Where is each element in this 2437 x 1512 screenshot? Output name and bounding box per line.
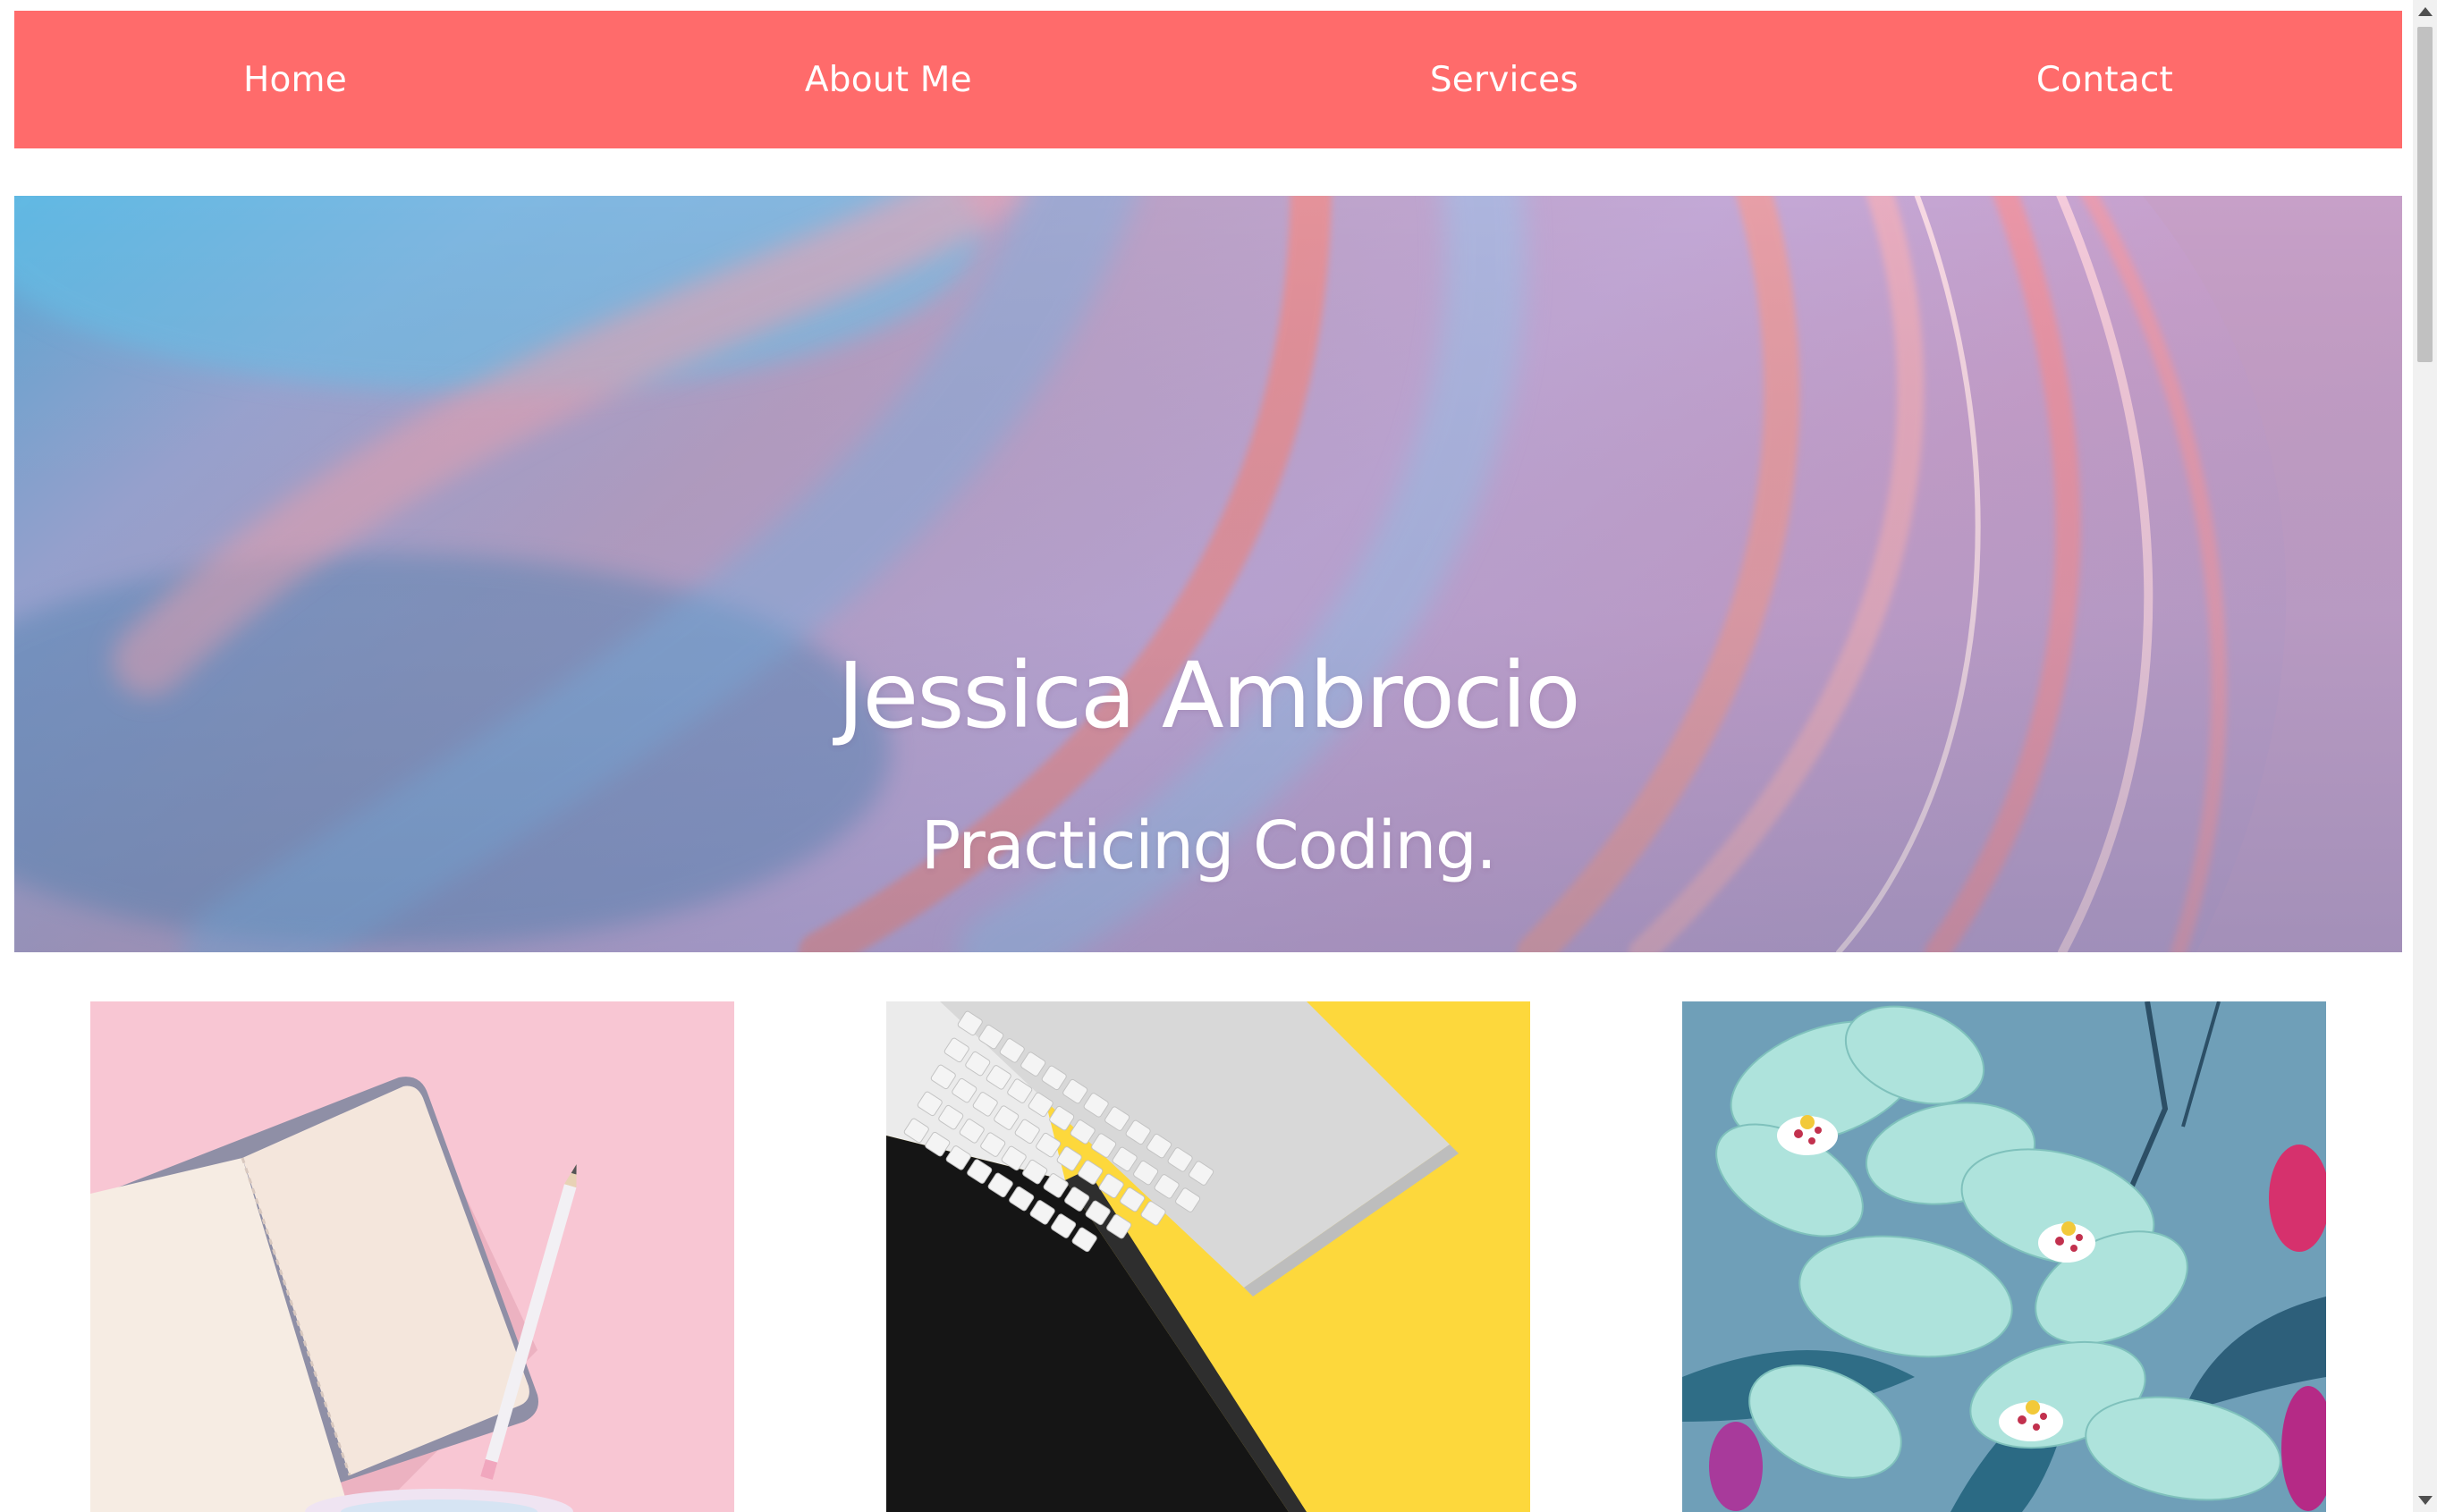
scroll-thumb[interactable] — [2417, 27, 2433, 362]
gallery-image-orchids — [1682, 1001, 2326, 1512]
top-navigation: Home About Me Services Contact — [14, 11, 2402, 148]
gallery-image-keyboard — [886, 1001, 1530, 1512]
keyboard-photo — [886, 1001, 1530, 1512]
notebook-photo — [90, 1001, 734, 1512]
nav-link-contact[interactable]: Contact — [2036, 60, 2173, 100]
orchids-photo — [1682, 1001, 2326, 1512]
nav-link-home[interactable]: Home — [243, 60, 347, 100]
nav-link-about-me[interactable]: About Me — [805, 60, 972, 100]
nav-link-services[interactable]: Services — [1430, 60, 1578, 100]
page: Home About Me Services Contact Jessica A… — [0, 0, 2437, 1512]
page-scrollbar[interactable] — [2413, 0, 2437, 1512]
gallery-image-notebook — [90, 1001, 734, 1512]
scroll-up-arrow-icon[interactable] — [2418, 7, 2433, 16]
hero-subtitle: Practicing Coding. — [920, 807, 1497, 884]
scroll-down-arrow-icon[interactable] — [2418, 1496, 2433, 1505]
hero-title: Jessica Ambrocio — [837, 643, 1580, 749]
hero-banner: Jessica Ambrocio Practicing Coding. — [14, 196, 2402, 952]
